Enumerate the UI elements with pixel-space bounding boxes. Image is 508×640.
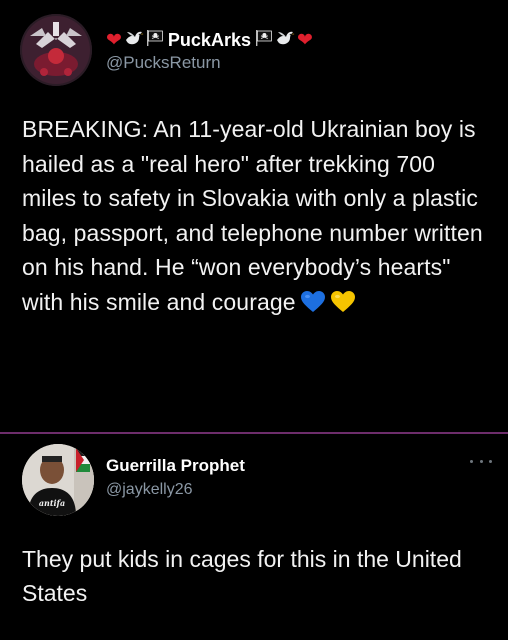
handle[interactable]: @PucksReturn xyxy=(106,53,221,73)
main-tweet[interactable]: ❤ PuckArks ❤ @PucksReturn BREAKING: An 1… xyxy=(0,0,508,432)
display-name[interactable]: PuckArks xyxy=(168,30,251,51)
tweet-body: BREAKING: An 11-year-old Ukrainian boy i… xyxy=(22,116,483,315)
reply-handle[interactable]: @jaykelly26 xyxy=(106,481,193,499)
reply-avatar[interactable]: antifa xyxy=(22,444,94,516)
red-heart-icon: ❤ xyxy=(296,29,313,51)
dove-icon xyxy=(275,28,295,52)
yellow-heart-icon xyxy=(330,289,356,324)
profile-photo xyxy=(20,14,92,86)
display-name-row[interactable]: ❤ PuckArks ❤ xyxy=(106,27,315,53)
dove-icon xyxy=(124,28,144,52)
reply-profile-photo: antifa xyxy=(22,444,94,516)
red-heart-icon: ❤ xyxy=(106,29,122,51)
shirt-text: antifa xyxy=(39,498,65,508)
pirate-flag-icon xyxy=(255,29,273,51)
reply-tweet[interactable]: antifa Guerrilla Prophet @jaykelly26 The… xyxy=(0,434,508,640)
pirate-flag-icon xyxy=(146,29,164,51)
blue-heart-icon xyxy=(300,289,326,324)
more-options-icon[interactable] xyxy=(470,454,492,468)
reply-text: They put kids in cages for this in the U… xyxy=(22,546,462,606)
more-dot xyxy=(479,459,483,463)
reply-display-name[interactable]: Guerrilla Prophet xyxy=(106,456,245,476)
more-dot xyxy=(489,459,492,463)
tweet-text: BREAKING: An 11-year-old Ukrainian boy i… xyxy=(22,112,492,323)
more-dot xyxy=(470,459,473,463)
avatar[interactable] xyxy=(20,14,92,86)
